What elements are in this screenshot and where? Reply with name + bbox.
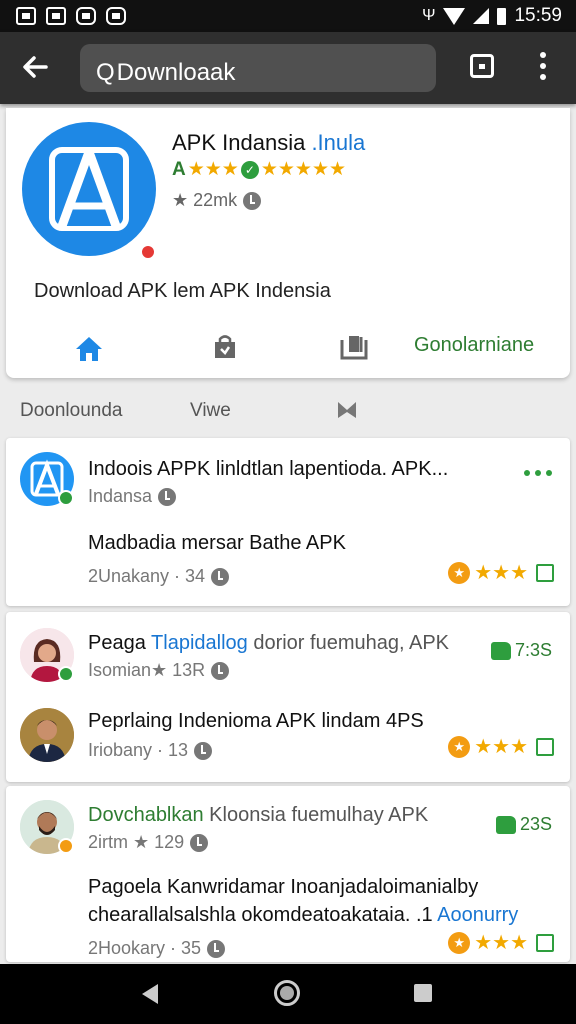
award-icon[interactable]: ★ bbox=[448, 735, 471, 758]
item-footer: 2Unakany · 34 bbox=[88, 566, 230, 587]
item-body-line-1: Pagoela Kanwridamar Inoanjadaloimanialby bbox=[88, 876, 479, 898]
list-item[interactable]: Indoois APPK linldtlan lapentioda. APK..… bbox=[6, 438, 570, 606]
thumbs-up-icon bbox=[490, 641, 511, 660]
award-icon[interactable]: ★ bbox=[448, 561, 471, 584]
image-icon bbox=[46, 7, 66, 25]
verified-badge-icon bbox=[58, 490, 74, 506]
vibrate-icon: Ψ bbox=[422, 7, 436, 24]
item-subtitle: Iriobany · 13 bbox=[88, 740, 213, 761]
verified-check-icon: ✓ bbox=[240, 160, 259, 179]
clock-icon bbox=[190, 833, 209, 852]
filter-downloads[interactable]: Doonlounda bbox=[20, 400, 122, 422]
battery-icon bbox=[497, 7, 507, 25]
list-item[interactable]: Dovchablkan Kloonsia fuemulhay APK 23S 2… bbox=[6, 786, 570, 962]
clock-icon bbox=[158, 487, 177, 506]
app-notification-icon bbox=[106, 7, 126, 25]
item-actions: ★ ★★★ bbox=[448, 734, 554, 759]
item-footer: 2Hookary · 35 bbox=[88, 938, 226, 959]
filter-bar: Doonlounda Viwe bbox=[0, 396, 576, 430]
item-title: Peprlaing Indenioma APK lindam 4PS bbox=[88, 710, 424, 732]
system-navigation-bar bbox=[0, 964, 576, 1024]
search-input[interactable]: Q Downloaak bbox=[80, 44, 436, 92]
rating-stars: ★★★ bbox=[474, 736, 528, 758]
item-subtitle: 2irtm ★ 129 bbox=[88, 832, 209, 853]
app-meta: ★ 22mk bbox=[172, 190, 262, 211]
person-photo-icon bbox=[20, 708, 74, 762]
item-actions: ★ ★★★ bbox=[448, 930, 554, 955]
nav-home-icon[interactable] bbox=[274, 980, 300, 1006]
store-bag-icon[interactable] bbox=[212, 334, 238, 360]
thumbs-up-icon bbox=[495, 815, 516, 834]
featured-app-card[interactable]: APK Indansia .Inula A ★★★ ✓ ★★★★★ ★ 22mk… bbox=[6, 108, 570, 378]
nav-recents-icon[interactable] bbox=[414, 984, 432, 1002]
library-icon[interactable] bbox=[340, 334, 368, 360]
clock-time: 15:59 bbox=[514, 5, 562, 26]
app-toolbar: Q Downloaak bbox=[0, 32, 576, 104]
wifi-icon bbox=[443, 7, 466, 25]
award-icon[interactable]: ★ bbox=[448, 931, 471, 954]
notification-icons bbox=[16, 7, 126, 25]
overflow-menu-icon[interactable] bbox=[540, 52, 546, 80]
app-rating: A ★★★ ✓ ★★★★★ bbox=[172, 158, 347, 181]
signal-icon bbox=[473, 8, 490, 24]
gallery-icon bbox=[16, 7, 36, 25]
clock-icon bbox=[211, 661, 230, 680]
list-item[interactable]: Peaga Tlapidallog dorior fuemuhag, APK 7… bbox=[6, 612, 570, 782]
back-arrow-icon[interactable] bbox=[20, 52, 50, 82]
clock-icon bbox=[194, 741, 213, 760]
bookmark-icon[interactable] bbox=[536, 737, 554, 756]
rating-stars: ★★★ bbox=[474, 562, 528, 584]
home-icon[interactable] bbox=[74, 334, 104, 364]
app-description: Download APK lem APK Indensia bbox=[34, 280, 331, 302]
item-body-line-2: chearallalsalshla okomdeatoakataia. .1 A… bbox=[88, 904, 519, 926]
search-icon: Q bbox=[96, 59, 115, 86]
search-value: Downloaak bbox=[116, 59, 236, 86]
nav-back-icon[interactable] bbox=[142, 984, 158, 1004]
filter-view[interactable]: Viwe bbox=[190, 400, 231, 422]
clock-icon bbox=[211, 567, 230, 586]
like-count[interactable]: 23S bbox=[495, 814, 552, 835]
gold-badge-icon bbox=[58, 838, 74, 854]
bookmark-icon[interactable] bbox=[536, 563, 554, 582]
tab-switcher-icon[interactable] bbox=[470, 54, 494, 78]
item-subtitle: Indansa bbox=[88, 486, 177, 507]
clock-icon bbox=[243, 191, 262, 210]
verified-badge-icon bbox=[58, 666, 74, 682]
apk-a-logo-icon bbox=[49, 147, 129, 231]
rating-stars: ★★★ bbox=[474, 932, 528, 954]
app-logo bbox=[22, 122, 156, 260]
app-action-bar: Gonolarniane bbox=[6, 330, 570, 370]
status-bar: Ψ 15:59 bbox=[0, 0, 576, 32]
item-actions: ★ ★★★ bbox=[448, 560, 554, 585]
tab-action-link[interactable]: Gonolarniane bbox=[414, 334, 534, 357]
app-title: APK Indansia .Inula bbox=[172, 130, 366, 155]
bookmark-icon[interactable] bbox=[336, 400, 358, 420]
bookmark-icon[interactable] bbox=[536, 933, 554, 952]
more-options-icon[interactable] bbox=[524, 470, 552, 476]
item-subtitle: Isomian★ 13R bbox=[88, 660, 230, 681]
item-title: Indoois APPK linldtlan lapentioda. APK..… bbox=[88, 458, 449, 480]
item-body: Madbadia mersar Bathe APK bbox=[88, 532, 346, 554]
item-title: Peaga Tlapidallog dorior fuemuhag, APK bbox=[88, 632, 449, 654]
messenger-icon bbox=[76, 7, 96, 25]
user-avatar bbox=[20, 708, 74, 762]
clock-icon bbox=[207, 939, 226, 958]
item-title: Dovchablkan Kloonsia fuemulhay APK bbox=[88, 804, 429, 826]
like-count[interactable]: 7:3S bbox=[490, 640, 552, 661]
notification-dot bbox=[140, 244, 156, 260]
